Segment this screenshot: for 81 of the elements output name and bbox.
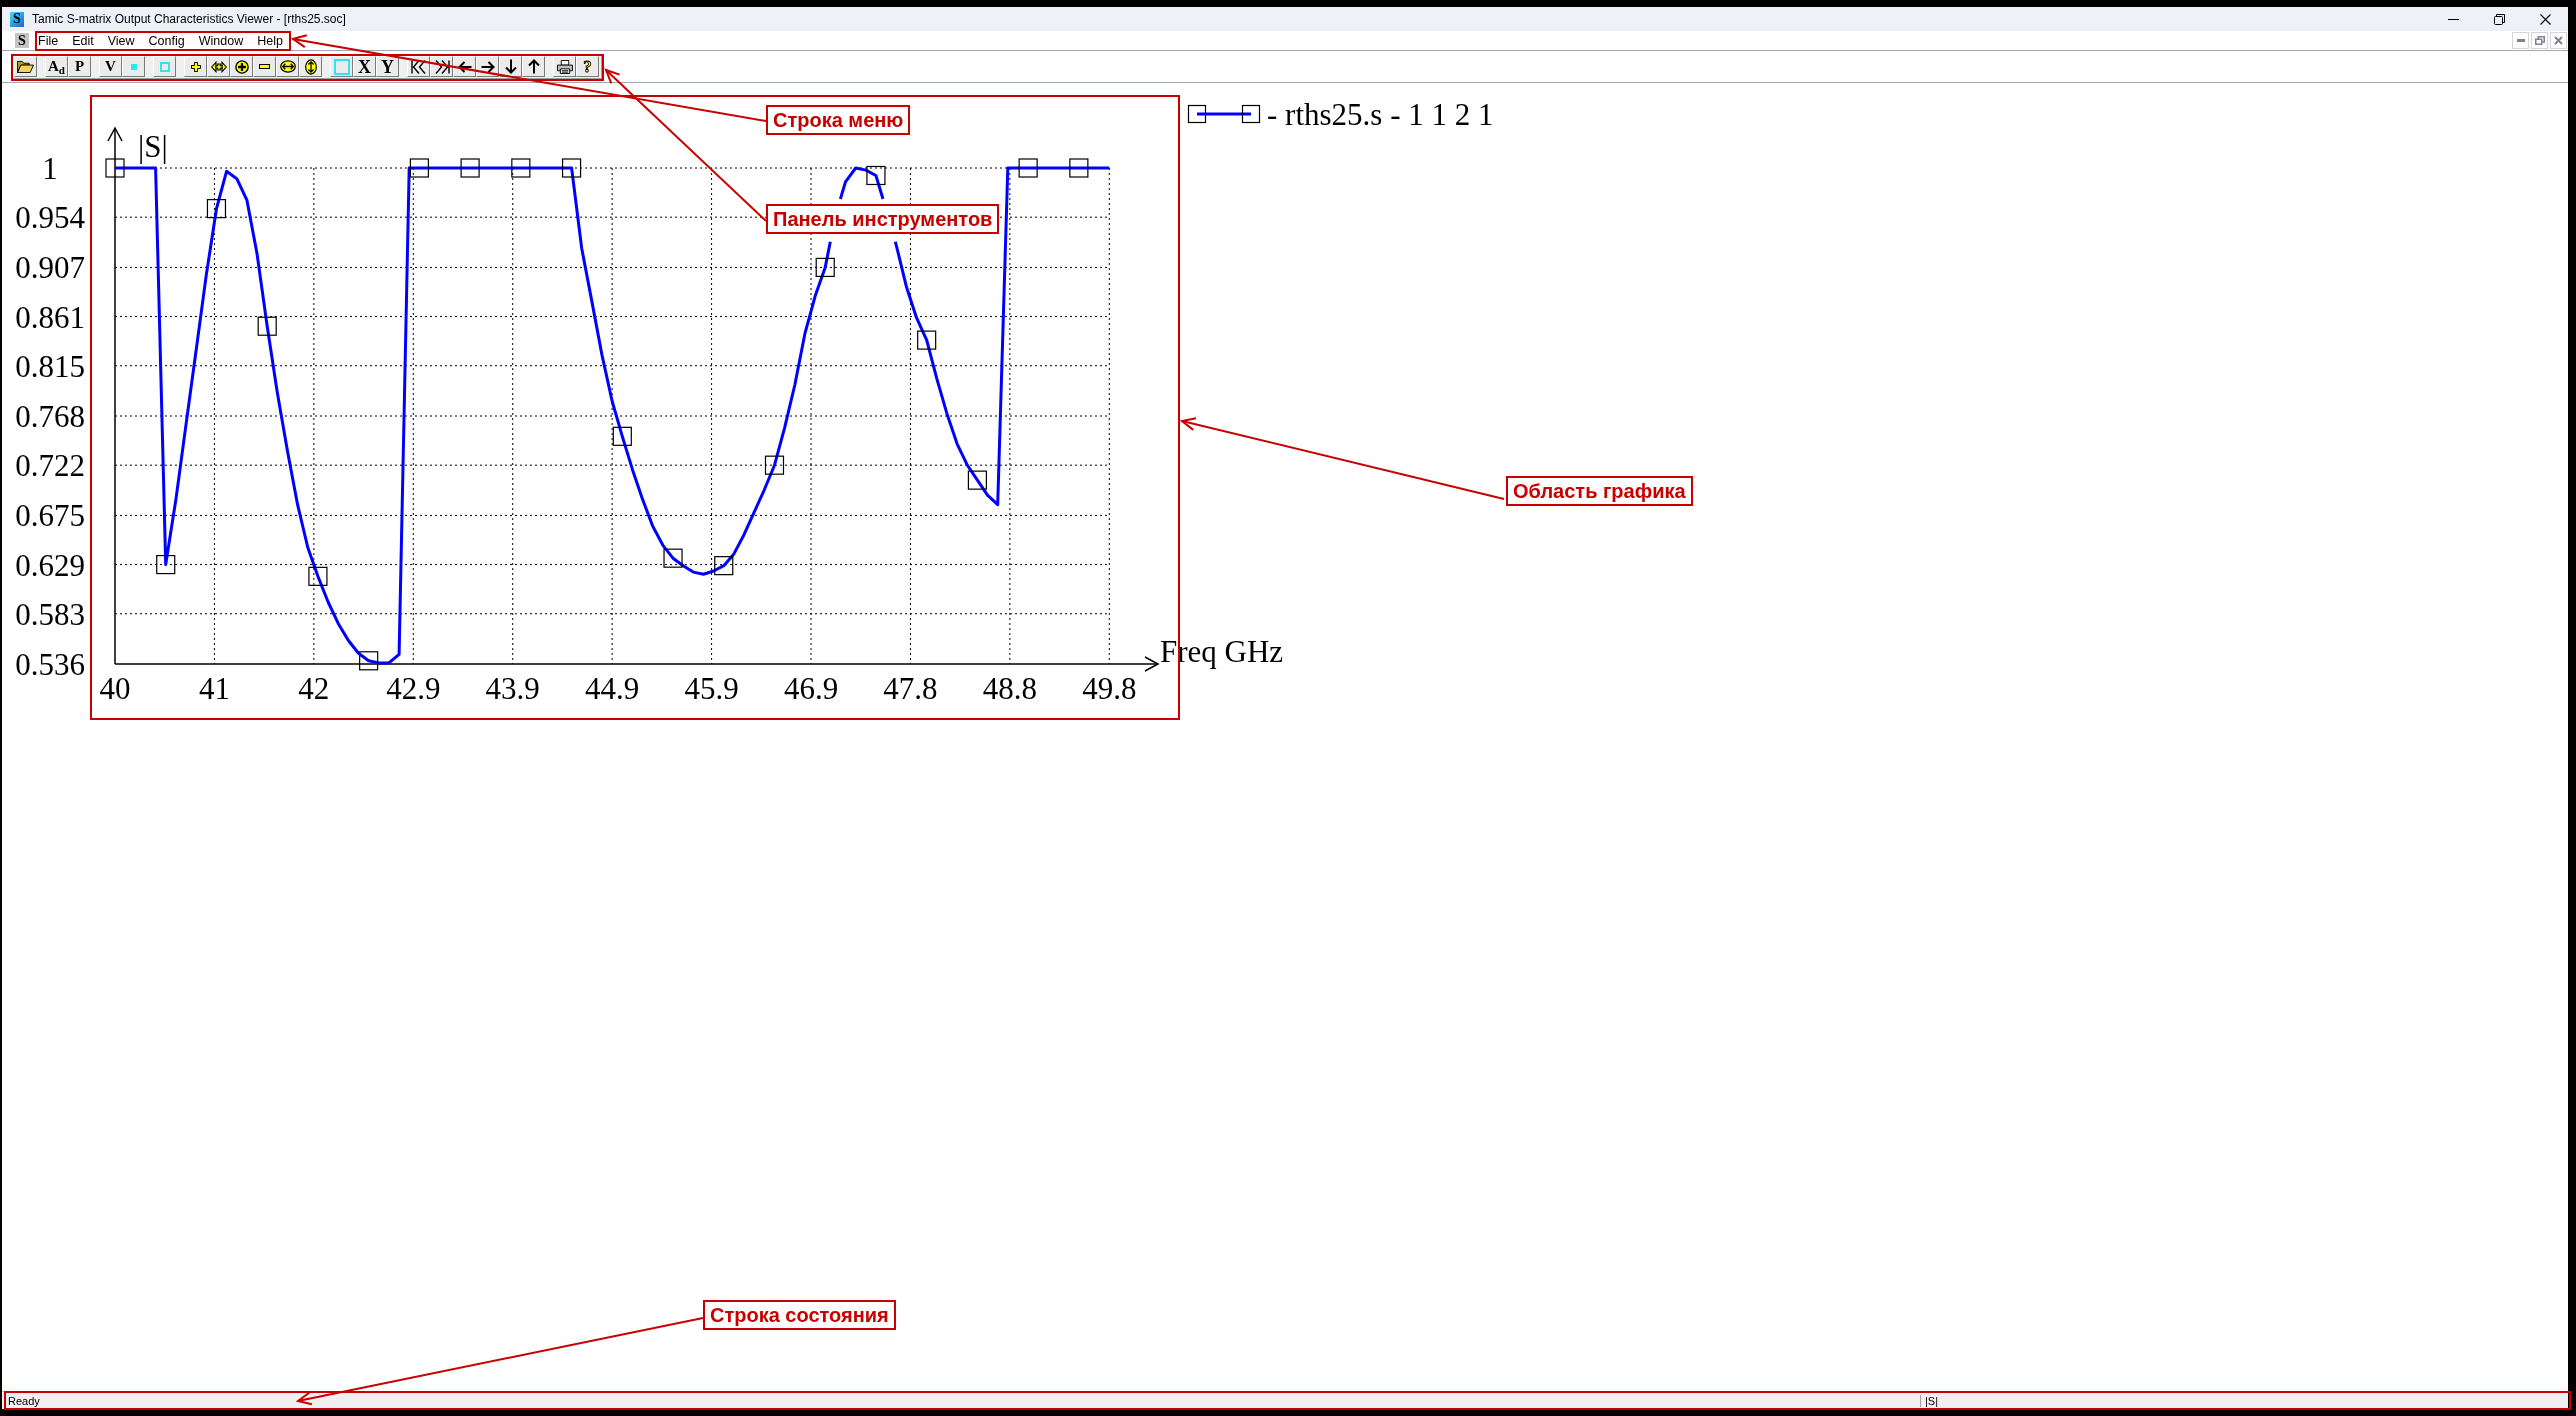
toolbar-button[interactable] xyxy=(407,56,430,77)
axis-tick-label: 0.675 xyxy=(15,498,85,534)
menu-item[interactable]: Edit xyxy=(65,32,101,49)
toolbar-button[interactable] xyxy=(207,56,230,77)
menu-item[interactable]: File xyxy=(31,32,66,49)
axis-tick-label: 0.583 xyxy=(15,596,85,632)
axis-tick-label: 0.722 xyxy=(15,448,85,484)
status-text: Ready xyxy=(8,1394,40,1407)
toolbar-button[interactable] xyxy=(553,56,576,77)
horizontal-arrows-plus-icon xyxy=(210,60,227,73)
toolbar-button[interactable] xyxy=(499,56,522,77)
arrow-right-icon xyxy=(480,60,495,73)
axis-tick-label: 47.8 xyxy=(883,671,938,706)
minus-icon xyxy=(259,64,270,69)
window-title: Tamic S-matrix Output Characteristics Viewer - [rths25.soc] xyxy=(32,12,346,26)
restore-icon xyxy=(2493,13,2505,25)
axis-tick-label: 0.768 xyxy=(15,399,85,434)
axis-tick-label: 0.629 xyxy=(15,547,85,583)
circle-plus-icon xyxy=(234,59,249,74)
small-square-icon xyxy=(130,63,137,70)
callout-label: Строка состояния xyxy=(703,1300,896,1330)
bar-double-chevron-left-icon xyxy=(410,59,427,74)
square-outline-icon xyxy=(333,58,350,75)
axis-title: |S| xyxy=(138,129,168,164)
axis-tick-label: 49.8 xyxy=(1082,671,1137,706)
circle-vertical-arrows-icon xyxy=(304,58,317,75)
axis-tick-label: 45.9 xyxy=(684,671,739,706)
axis-tick-label: 0.815 xyxy=(15,348,85,384)
axis-tick-label: 42 xyxy=(298,671,330,706)
minimize-icon xyxy=(2516,39,2525,42)
axis-tick-label: 0.861 xyxy=(15,299,85,335)
arrow-left-icon xyxy=(457,60,472,73)
arrow-down-icon xyxy=(504,59,517,74)
app-icon: S xyxy=(10,11,24,27)
minimize-button[interactable] xyxy=(2512,32,2529,49)
plus-icon xyxy=(190,61,201,72)
restore-icon xyxy=(2534,36,2545,45)
toolbar-button[interactable]: P xyxy=(68,56,91,77)
square-outline-icon xyxy=(159,61,170,72)
toolbar-button[interactable]: A$_{d}$ xyxy=(45,56,68,77)
toolbar-button[interactable]: X xyxy=(353,56,376,77)
printer-icon xyxy=(556,59,573,74)
status-text: |S| xyxy=(1920,1394,1939,1407)
menu-item[interactable]: Window xyxy=(191,32,251,49)
legend-label: - rths25.s - 1 1 2 1 xyxy=(1267,97,1494,132)
axis-tick-label: 48.8 xyxy=(982,671,1037,706)
toolbar-button[interactable] xyxy=(430,56,453,77)
double-chevron-right-bar-icon xyxy=(433,59,450,74)
toolbar-button[interactable] xyxy=(14,56,37,77)
callout-label: Строка меню xyxy=(766,105,911,135)
arrow-up-icon xyxy=(527,59,540,74)
toolbar-button[interactable] xyxy=(230,56,253,77)
axis-tick-label: 1 xyxy=(42,151,58,186)
axis-tick-label: 0.954 xyxy=(15,200,85,236)
toolbar-button[interactable] xyxy=(276,56,299,77)
axis-tick-label: 0.536 xyxy=(15,647,85,682)
axis-tick-label: 42.9 xyxy=(386,671,441,706)
axis-tick-label: 43.9 xyxy=(485,671,540,706)
toolbar-button[interactable] xyxy=(522,56,545,77)
menu-item[interactable]: View xyxy=(100,32,142,49)
axis-tick-label: 0.907 xyxy=(15,250,85,286)
close-icon xyxy=(2554,36,2563,45)
axis-tick-label: 44.9 xyxy=(585,671,640,706)
menu-item[interactable]: Config xyxy=(141,32,192,49)
callout-label: Область графика xyxy=(1506,476,1693,506)
toolbar-button[interactable] xyxy=(299,56,322,77)
menu-item[interactable]: Help xyxy=(250,32,290,49)
axis-tick-label: 41 xyxy=(198,671,230,706)
close-button[interactable] xyxy=(2550,32,2567,49)
minimize-icon xyxy=(2447,18,2459,20)
toolbar-button[interactable]: V xyxy=(99,56,122,77)
toolbar-button[interactable] xyxy=(184,56,207,77)
open-folder-icon xyxy=(17,60,34,73)
circle-horizontal-arrows-icon xyxy=(279,60,296,73)
axis-tick-label: 40 xyxy=(99,671,131,706)
document-icon: S xyxy=(15,33,29,48)
toolbar-button[interactable]: Y xyxy=(376,56,399,77)
close-icon xyxy=(2539,13,2551,25)
toolbar-button[interactable] xyxy=(253,56,276,77)
axis-tick-label: 46.9 xyxy=(783,671,839,706)
callout-label: Панель инструментов xyxy=(766,204,1000,234)
